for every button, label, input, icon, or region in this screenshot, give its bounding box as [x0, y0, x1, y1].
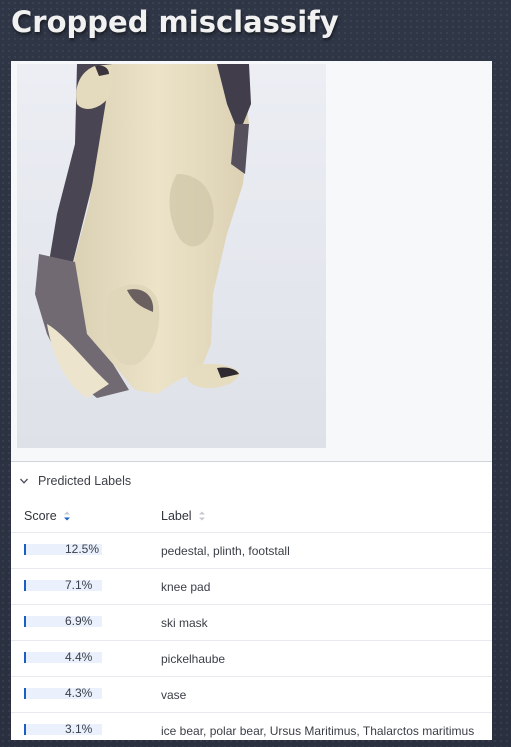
score-bar-fill: [24, 616, 26, 627]
score-value: 4.4%: [65, 650, 93, 664]
score-bar-fill: [24, 688, 26, 699]
score-value: 7.1%: [65, 578, 93, 592]
label-value: ski mask: [161, 616, 208, 630]
chevron-down-icon[interactable]: [19, 476, 29, 486]
score-value: 3.1%: [65, 722, 93, 736]
score-value: 12.5%: [65, 542, 100, 556]
score-bar-fill: [24, 580, 26, 591]
table-row[interactable]: 7.1% knee pad: [11, 569, 492, 605]
table-row[interactable]: 6.9% ski mask: [11, 605, 492, 641]
label-value: pedestal, plinth, footstall: [161, 544, 290, 558]
section-title: Predicted Labels: [38, 474, 132, 488]
dog-photo: [17, 64, 326, 448]
image-area: [11, 61, 492, 461]
label-value: pickelhaube: [161, 652, 226, 666]
table-row[interactable]: 4.4% pickelhaube: [11, 641, 492, 677]
score-value: 6.9%: [65, 614, 93, 628]
predictions-table: Score Label 12.5% pedestal, plinth, foot…: [11, 500, 492, 740]
table-header: Score Label: [11, 500, 492, 533]
score-column-header[interactable]: Score: [24, 509, 71, 523]
label-value: ice bear, polar bear, Ursus Maritimus, T…: [161, 724, 475, 738]
label-header-label: Label: [161, 509, 192, 523]
sort-descending-icon[interactable]: [63, 510, 71, 522]
sort-icon[interactable]: [198, 510, 206, 522]
page-title: Cropped misclassify: [11, 5, 339, 39]
result-panel: Predicted Labels Score Label 12.5% pedes…: [11, 61, 492, 740]
score-header-label: Score: [24, 509, 57, 523]
predicted-labels-header[interactable]: Predicted Labels: [11, 462, 492, 500]
table-row[interactable]: 12.5% pedestal, plinth, footstall: [11, 533, 492, 569]
label-value: knee pad: [161, 580, 211, 594]
input-image: [17, 64, 326, 448]
table-row[interactable]: 4.3% vase: [11, 677, 492, 713]
table-row[interactable]: 3.1% ice bear, polar bear, Ursus Maritim…: [11, 713, 492, 740]
score-bar-fill: [24, 544, 26, 555]
score-value: 4.3%: [65, 686, 93, 700]
label-column-header[interactable]: Label: [161, 509, 206, 523]
score-bar-fill: [24, 652, 26, 663]
label-value: vase: [161, 688, 187, 702]
score-bar-fill: [24, 724, 26, 735]
